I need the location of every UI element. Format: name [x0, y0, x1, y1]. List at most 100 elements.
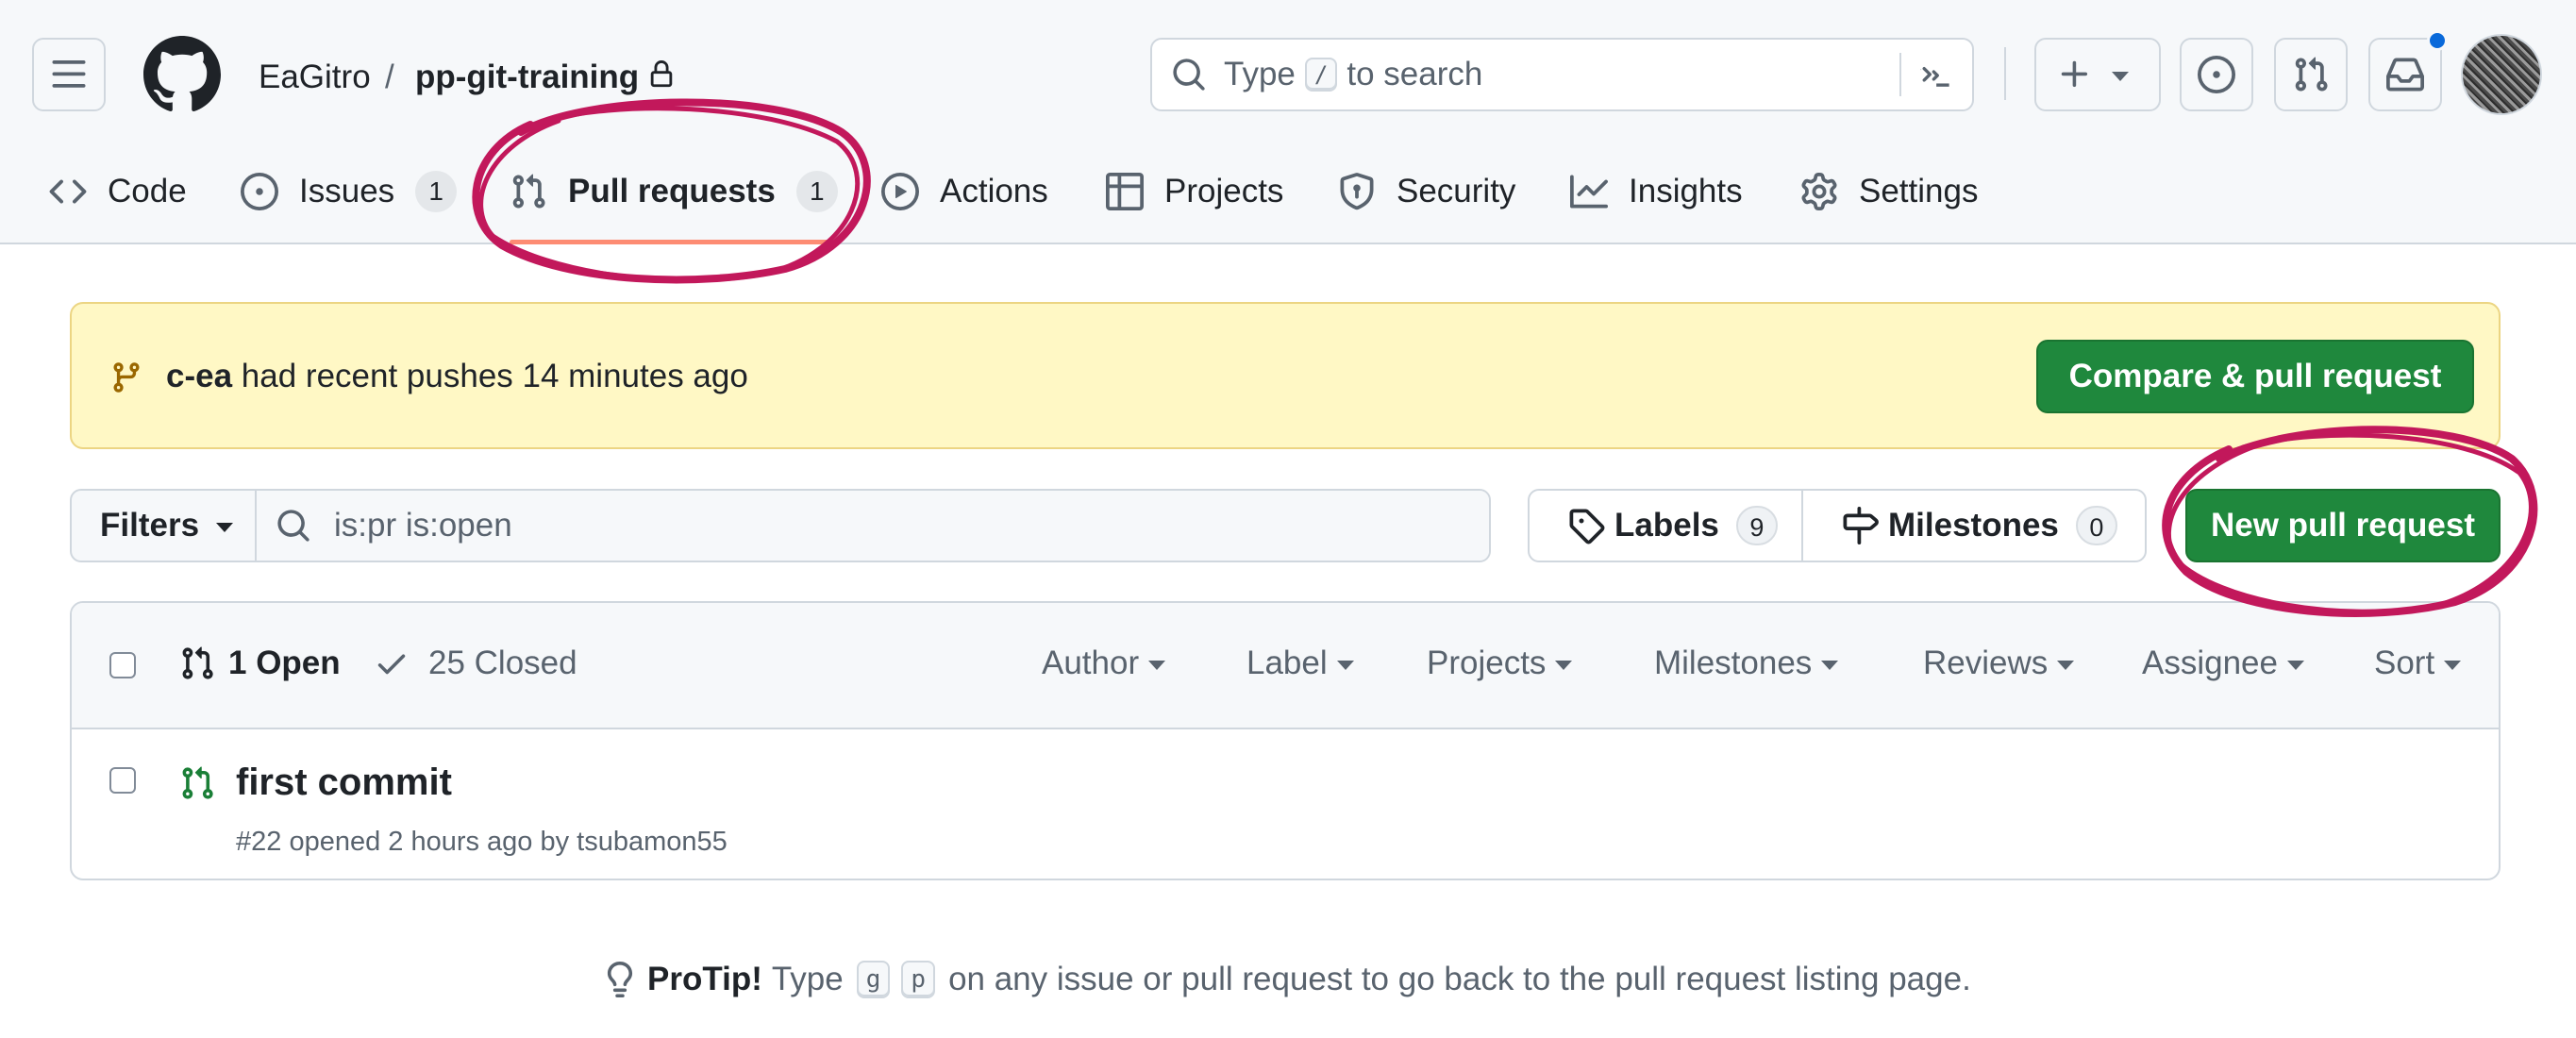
inbox-icon: [2386, 58, 2424, 92]
labels-count: 9: [1735, 506, 1778, 545]
issues-button[interactable]: [2180, 38, 2253, 111]
breadcrumb-separator: /: [385, 59, 394, 95]
pull-requests-counter: 1: [795, 171, 838, 212]
milestones-label: Milestones: [1888, 507, 2059, 544]
protip-prefix: Type: [771, 961, 844, 997]
protip: ProTip! Type g p on any issue or pull re…: [602, 961, 1971, 998]
owner-link[interactable]: EaGitro: [259, 55, 371, 100]
chevron-down-icon: [1821, 661, 1839, 670]
filters-button[interactable]: Filters: [72, 491, 257, 561]
open-filter-link[interactable]: 1 Open: [179, 645, 341, 682]
select-all-checkbox[interactable]: [109, 652, 136, 678]
git-pull-request-icon: [512, 174, 545, 209]
filter-search-group: Filters is:pr is:open: [70, 489, 1491, 562]
sort-label: Sort: [2374, 645, 2435, 681]
labels-label: Labels: [1614, 507, 1719, 544]
issues-counter: 1: [415, 171, 458, 212]
labels-milestones-group: Labels 9 Milestones 0: [1528, 489, 2147, 562]
chevron-down-icon: [2286, 661, 2304, 670]
projects-filter[interactable]: Projects: [1427, 645, 1573, 682]
tab-settings[interactable]: Settings: [1800, 159, 1978, 225]
shortcut-key-p: p: [901, 961, 936, 998]
chevron-down-icon: [1336, 661, 1354, 670]
notification-dot: [2427, 30, 2448, 51]
lock-icon: [650, 60, 673, 88]
tab-code[interactable]: Code: [49, 159, 187, 225]
filters-label: Filters: [100, 507, 200, 544]
hamburger-icon: [52, 60, 86, 88]
row-checkbox[interactable]: [109, 767, 136, 794]
recent-pushes-banner: c-ea had recent pushes 14 minutes ago Co…: [70, 302, 2501, 449]
repo-link[interactable]: pp-git-training: [415, 55, 639, 100]
reviews-filter[interactable]: Reviews: [1923, 645, 2075, 682]
command-palette-icon[interactable]: [1918, 59, 1952, 92]
tab-issues[interactable]: Issues 1: [241, 159, 458, 225]
closed-filter-link[interactable]: 25 Closed: [374, 645, 577, 682]
code-icon: [49, 179, 87, 204]
shortcut-key-g: g: [856, 961, 891, 998]
git-branch-icon: [113, 362, 140, 393]
issue-opened-icon: [241, 173, 278, 210]
pr-search-input[interactable]: is:pr is:open: [257, 491, 1489, 561]
play-icon: [881, 173, 919, 210]
list-header: 1 Open 25 Closed Author Label Projects M…: [72, 603, 2499, 729]
sort-dropdown[interactable]: Sort: [2374, 645, 2462, 682]
tab-security[interactable]: Security: [1338, 159, 1515, 225]
tab-label: Settings: [1859, 173, 1979, 209]
milestones-count: 0: [2075, 506, 2117, 545]
avatar[interactable]: [2461, 34, 2542, 115]
search-divider: [1899, 53, 1901, 96]
gear-icon: [1801, 173, 1837, 210]
graph-icon: [1570, 175, 1608, 209]
search-icon: [277, 510, 309, 542]
milestones-filter[interactable]: Milestones: [1654, 645, 1839, 682]
tab-label: Insights: [1629, 173, 1743, 209]
search-placeholder: Type / to search: [1224, 53, 1482, 96]
create-new-button[interactable]: [2034, 38, 2161, 111]
open-count: 1 Open: [228, 645, 341, 681]
tab-label: Pull requests: [568, 173, 776, 209]
search-shortcut-key: /: [1304, 58, 1338, 92]
tab-insights[interactable]: Insights: [1570, 159, 1743, 225]
tag-icon: [1569, 509, 1605, 544]
tab-label: Actions: [940, 173, 1048, 209]
protip-suffix: on any issue or pull request to go back …: [948, 961, 1971, 997]
chevron-down-icon: [2444, 661, 2462, 670]
pull-request-list: 1 Open 25 Closed Author Label Projects M…: [70, 601, 2501, 880]
reviews-label: Reviews: [1923, 645, 2049, 681]
plus-icon: [2061, 60, 2088, 88]
chevron-down-icon: [2112, 72, 2129, 81]
chevron-down-icon: [216, 523, 234, 532]
git-pull-request-icon: [2295, 57, 2328, 92]
search-placeholder-prefix: Type: [1224, 56, 1296, 92]
chevron-down-icon: [2057, 661, 2075, 670]
table-icon: [1106, 173, 1144, 210]
tab-projects[interactable]: Projects: [1106, 159, 1283, 225]
author-filter[interactable]: Author: [1042, 645, 1166, 682]
global-search-input[interactable]: Type / to search: [1150, 38, 1974, 111]
pr-search-value: is:pr is:open: [334, 507, 512, 544]
git-pull-request-icon: [182, 646, 213, 679]
github-logo-icon[interactable]: [143, 36, 221, 113]
git-pull-request-open-icon: [182, 766, 213, 799]
protip-label: ProTip!: [647, 961, 762, 997]
pr-title-link[interactable]: first commit: [236, 758, 452, 807]
header-divider: [2004, 47, 2006, 100]
compare-pull-request-button[interactable]: Compare & pull request: [2036, 340, 2474, 413]
pr-meta: #22 opened 2 hours ago by tsubamon55: [236, 827, 728, 857]
milestones-button[interactable]: Milestones 0: [1803, 491, 2145, 561]
tab-pull-requests[interactable]: Pull requests 1: [510, 159, 838, 225]
assignee-label: Assignee: [2142, 645, 2278, 681]
branch-name-link[interactable]: c-ea: [166, 358, 232, 394]
label-filter[interactable]: Label: [1246, 645, 1354, 682]
banner-message: c-ea had recent pushes 14 minutes ago: [166, 355, 748, 398]
assignee-filter[interactable]: Assignee: [2142, 645, 2304, 682]
tab-actions[interactable]: Actions: [881, 159, 1048, 225]
issue-opened-icon: [2198, 56, 2235, 93]
active-tab-underline: [510, 240, 834, 244]
new-pull-request-button[interactable]: New pull request: [2185, 489, 2501, 562]
labels-button[interactable]: Labels 9: [1530, 491, 1803, 561]
pull-requests-button[interactable]: [2274, 38, 2348, 111]
tab-label: Projects: [1164, 173, 1284, 209]
menu-button[interactable]: [32, 38, 106, 111]
